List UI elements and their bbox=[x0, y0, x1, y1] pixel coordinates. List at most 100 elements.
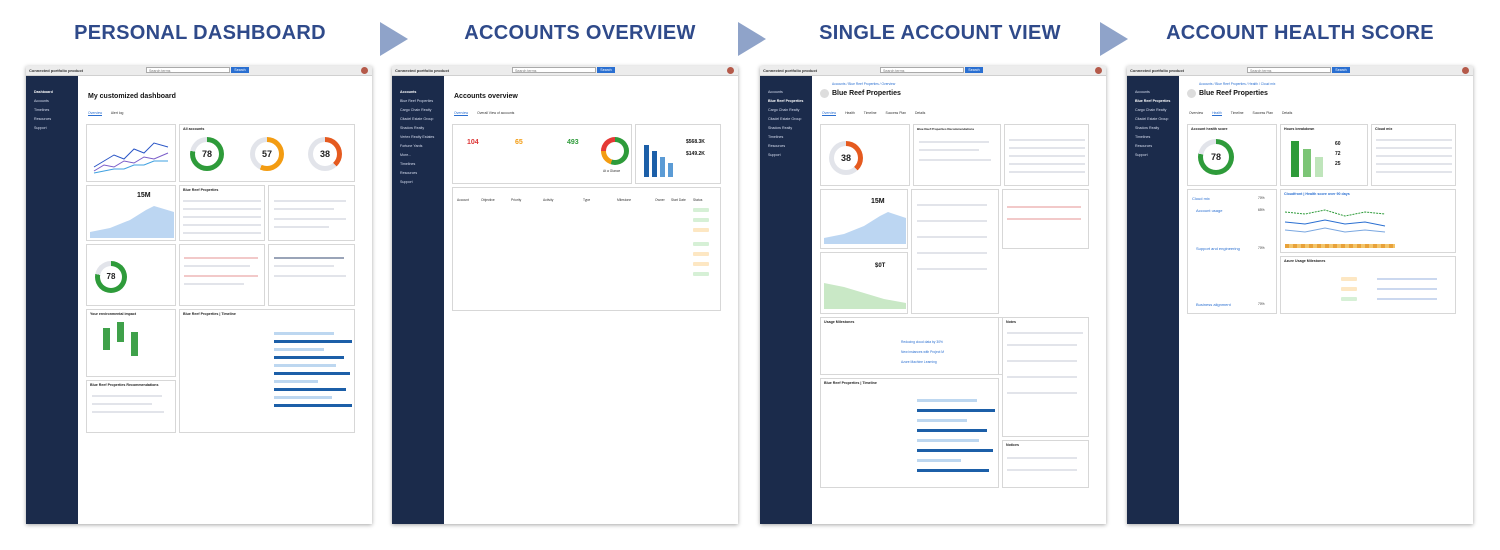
col-account: Account bbox=[457, 198, 469, 202]
top-bar: Connected portfolio product Search terms… bbox=[392, 66, 738, 76]
health-card: 78 bbox=[86, 244, 176, 306]
col-activity: Activity bbox=[543, 198, 554, 202]
search-button[interactable]: Search bbox=[965, 67, 983, 73]
health-donut: 78 bbox=[1198, 139, 1234, 175]
sidebar-item-account[interactable]: Vertex Realty Estates bbox=[400, 135, 444, 139]
page-title: Blue Reef Properties bbox=[832, 90, 901, 97]
sidebar-item-account[interactable]: Fortune Yards bbox=[400, 144, 444, 148]
sidebar-item-account[interactable]: Shadow Realty bbox=[1135, 126, 1179, 130]
health-details-card: Cloud mix 70% Account usage 65% Support … bbox=[1187, 189, 1277, 314]
search-button[interactable]: Search bbox=[1332, 67, 1350, 73]
health-item[interactable]: Account usage bbox=[1196, 208, 1222, 213]
sidebar-item-accounts[interactable]: Accounts bbox=[768, 90, 812, 94]
tab-overview[interactable]: Overview bbox=[88, 111, 103, 116]
sidebar-item-resources[interactable]: Resources bbox=[400, 171, 444, 175]
tab-alert-log[interactable]: Alert log bbox=[111, 111, 123, 115]
sidebar-item-resources[interactable]: Resources bbox=[1135, 144, 1179, 148]
sidebar-item-resources[interactable]: Resources bbox=[34, 117, 78, 121]
sidebar-item-account[interactable]: Shadow Realty bbox=[400, 126, 444, 130]
sidebar-item-account[interactable]: Cargo Chain Realty bbox=[1135, 108, 1179, 112]
tab-health[interactable]: Health bbox=[1212, 111, 1222, 116]
sidebar-item-resources[interactable]: Resources bbox=[768, 144, 812, 148]
health-donut: 78 bbox=[190, 137, 224, 171]
avatar[interactable] bbox=[1095, 67, 1102, 74]
search-input[interactable]: Search terms bbox=[512, 67, 596, 73]
sidebar-item-account[interactable]: Citadel Estate Group bbox=[400, 117, 444, 121]
health-donut: 38 bbox=[829, 141, 863, 175]
sidebar-item-timelines[interactable]: Timelines bbox=[1135, 135, 1179, 139]
avatar[interactable] bbox=[361, 67, 368, 74]
tab-timeline[interactable]: Timeline bbox=[1231, 111, 1244, 115]
sidebar-item-support[interactable]: Support bbox=[34, 126, 78, 130]
sidebar-item-timelines[interactable]: Timelines bbox=[768, 135, 812, 139]
card-title: Account health score bbox=[1191, 127, 1228, 131]
sidebar-item-account[interactable]: Citadel Estate Group bbox=[768, 117, 812, 121]
search-input[interactable]: Search terms bbox=[1247, 67, 1331, 73]
search-button[interactable]: Search bbox=[597, 67, 615, 73]
sidebar-item-account[interactable]: Cargo Chain Realty bbox=[768, 108, 812, 112]
sidebar-item-support[interactable]: Support bbox=[1135, 153, 1179, 157]
sidebar-item-accounts[interactable]: Accounts bbox=[1135, 90, 1179, 94]
sidebar-item-account[interactable]: Shadow Realty bbox=[768, 126, 812, 130]
usage-value: 15M bbox=[137, 192, 151, 199]
tab-details[interactable]: Details bbox=[1282, 111, 1292, 115]
notes-card: Notes bbox=[1002, 317, 1089, 437]
status-badge bbox=[693, 252, 709, 256]
tab-overview[interactable]: Overview bbox=[822, 111, 837, 116]
breadcrumb[interactable]: Accounts / Blue Reef Properties / Health… bbox=[1199, 82, 1275, 86]
tab-success-plan[interactable]: Success Plan bbox=[1252, 111, 1273, 115]
tab-bar: Overview Health Timeline Success Plan De… bbox=[822, 111, 933, 116]
tab-details[interactable]: Details bbox=[915, 111, 925, 115]
health-item[interactable]: Business alignment bbox=[1196, 302, 1231, 307]
health-item[interactable]: Support and engineering bbox=[1196, 246, 1240, 251]
environmental-impact-card: Your environmental impact bbox=[86, 309, 176, 377]
heading-accounts-overview: ACCOUNTS OVERVIEW bbox=[464, 22, 696, 44]
avatar[interactable] bbox=[727, 67, 734, 74]
sidebar-item-dashboard[interactable]: Dashboard bbox=[34, 90, 78, 94]
heading-account-health-score: ACCOUNT HEALTH SCORE bbox=[1166, 22, 1434, 44]
milestone-link[interactable]: Azure Machine Learning bbox=[901, 360, 937, 364]
tab-overview[interactable]: Overview bbox=[1189, 111, 1203, 115]
donut-value: 38 bbox=[834, 146, 858, 170]
status-badge bbox=[693, 262, 709, 266]
sidebar-item-accounts[interactable]: Accounts bbox=[400, 90, 444, 94]
sidebar-item-timelines[interactable]: Timelines bbox=[34, 108, 78, 112]
avatar[interactable] bbox=[1462, 67, 1469, 74]
sidebar-item-account[interactable]: Citadel Estate Group bbox=[1135, 117, 1179, 121]
tab-timeline[interactable]: Timeline bbox=[864, 111, 877, 115]
sidebar-item-support[interactable]: Support bbox=[768, 153, 812, 157]
sidebar-item-account[interactable]: Blue Reef Properties bbox=[768, 99, 812, 103]
donut-value: 78 bbox=[195, 142, 219, 166]
milestone-link[interactable]: Reducing cloud data by 30% bbox=[901, 340, 943, 344]
status-donut bbox=[601, 137, 629, 165]
donut-value: 38 bbox=[313, 142, 337, 166]
personal-dashboard-screen: Connected portfolio product Search terms… bbox=[26, 66, 372, 524]
breadcrumb[interactable]: Accounts / Blue Reef Properties / Overvi… bbox=[832, 82, 895, 86]
sidebar-item-account[interactable]: Blue Reef Properties bbox=[1135, 99, 1179, 103]
tab-health[interactable]: Health bbox=[845, 111, 855, 115]
sidebar-item-more[interactable]: More... bbox=[400, 153, 444, 157]
card-title: Your environmental impact bbox=[90, 312, 137, 316]
card-title: Blue Reef Properties Recommendations bbox=[917, 127, 975, 131]
sidebar-item-accounts[interactable]: Accounts bbox=[34, 99, 78, 103]
alerts-card bbox=[1004, 124, 1089, 186]
sidebar-item-support[interactable]: Support bbox=[400, 180, 444, 184]
tab-overall-view[interactable]: Overall View of accounts bbox=[477, 111, 514, 115]
search-button[interactable]: Search bbox=[231, 67, 249, 73]
sidebar-item-timelines[interactable]: Timelines bbox=[400, 162, 444, 166]
tab-success-plan[interactable]: Success Plan bbox=[885, 111, 906, 115]
accounts-overview-screen: Connected portfolio product Search terms… bbox=[392, 66, 738, 524]
line-chart bbox=[93, 142, 169, 174]
sidebar-item-account[interactable]: Cargo Chain Realty bbox=[400, 108, 444, 112]
health-value: 65% bbox=[1258, 208, 1265, 212]
search-input[interactable]: Search terms bbox=[880, 67, 964, 73]
decarbonization-card: $0T bbox=[820, 252, 908, 314]
sidebar-item-account[interactable]: Blue Reef Properties bbox=[400, 99, 444, 103]
health-over-time-card: Cloudfront | Health score over 90 days bbox=[1280, 189, 1456, 253]
search-input[interactable]: Search terms bbox=[146, 67, 230, 73]
milestone-link[interactable]: New instances with Project M bbox=[901, 350, 944, 354]
tab-overview[interactable]: Overview bbox=[454, 111, 469, 116]
hours-value: 60 bbox=[1335, 141, 1341, 147]
col-priority: Priority bbox=[511, 198, 522, 202]
health-item[interactable]: Cloud mix bbox=[1192, 196, 1210, 201]
